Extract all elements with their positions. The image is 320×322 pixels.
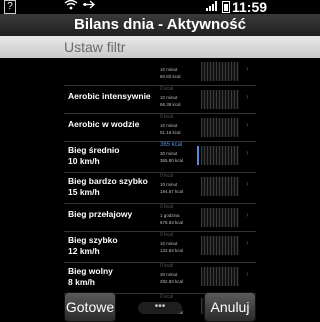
duration-slider[interactable] [201,267,239,286]
activity-kcal: 0 kcal [160,263,174,269]
duration-slider[interactable] [201,62,239,81]
filter-bar [0,36,320,58]
more-options-button[interactable]: ••• [138,302,182,314]
activity-calories: 86.38 kcal [160,102,181,107]
list-item[interactable]: Bieg bardzo szybko 15 km/h 0 kcal 10 minut… [64,173,256,204]
done-button[interactable]: Gotowe [64,292,116,322]
activity-name: Bieg bardzo szybko 15 km/h [68,176,148,197]
activity-name: Bieg przełajowy [68,209,133,219]
duration-slider[interactable] [201,118,239,137]
help-icon[interactable]: ? [4,0,16,14]
activity-calories: 51.18 kcal [160,130,181,135]
activity-duration: 10 minut [160,182,178,187]
usb-icon [82,0,96,13]
clock: 11:59 [232,0,268,15]
chevron-right-icon: › [246,179,249,188]
battery-icon [222,1,230,13]
duration-slider[interactable] [201,208,239,227]
activity-calories: 678.93 kcal [160,220,184,225]
bottom-bar: Gotowe ••• Anuluj [0,292,320,322]
page-title: Bilans dnia - Aktywność [0,14,320,36]
duration-slider[interactable] [201,177,239,196]
activity-kcal: 0 kcal [160,114,174,120]
chevron-right-icon: › [246,238,249,247]
duration-slider[interactable] [201,236,239,255]
activity-calories: 365.80 kcal [160,158,184,163]
activity-duration: 10 minut [160,67,178,72]
filter-input[interactable] [62,37,316,57]
activity-kcal: 0 kcal [160,173,174,179]
activity-name: Aerobic intensywnie [68,91,151,101]
activity-duration: 10 minut [160,123,178,128]
activity-list[interactable]: 10 minut 60.83 kcal › Aerobic intensywnie 0 … [64,58,256,314]
activity-name: Bieg średnio 10 km/h [68,145,120,166]
activity-kcal: 0 kcal [160,232,174,238]
duration-slider[interactable] [197,146,239,165]
duration-slider[interactable] [201,90,239,109]
activity-name: Aerobic w wodzie [68,119,140,129]
activity-duration: 10 minut [160,241,178,246]
cancel-button[interactable]: Anuluj [204,292,256,322]
activity-name: Bieg szybko 12 km/h [68,235,118,256]
activity-kcal: 0 kcal [160,204,174,210]
list-item[interactable]: Aerobic w wodzie 0 kcal 10 minut 51.18 kcal… [64,114,256,142]
activity-calories: 60.83 kcal [160,74,181,79]
activity-duration: 1 godzina [160,213,180,218]
list-item[interactable]: Bieg szybko 12 km/h 0 kcal 10 minut 132.83 … [64,232,256,263]
signal-icon [206,0,218,12]
list-item[interactable]: 10 minut 60.83 kcal › [64,58,256,86]
list-item[interactable]: Aerobic intensywnie 0 kcal 10 minut 86.38 k… [64,86,256,114]
chevron-right-icon: › [246,269,249,278]
status-bar: ? 11:59 [0,0,320,15]
activity-duration: 30 minut [160,151,178,156]
list-item[interactable]: Bieg przełajowy 0 kcal 1 godzina 678.93 kca… [64,204,256,232]
activity-calories: 132.83 kcal [160,248,184,253]
activity-kcal: 0 kcal [160,86,174,92]
chevron-right-icon: › [246,210,249,219]
wifi-icon [64,0,78,13]
activity-kcal: 365 kcal [160,142,183,148]
list-item[interactable]: Bieg wolny 8 km/h 0 kcal 30 minut 292.83 kc… [64,263,256,294]
list-item[interactable]: Bieg średnio 10 km/h 365 kcal 30 minut 365.… [64,142,256,173]
chevron-right-icon: › [246,92,249,101]
activity-name: Bieg wolny 8 km/h [68,266,113,287]
chevron-right-icon: › [246,64,249,73]
activity-duration: 30 minut [160,272,178,277]
slider-thumb[interactable] [197,146,199,165]
activity-calories: 292.83 kcal [160,279,184,284]
activity-duration: 10 minut [160,95,178,100]
activity-calories: 194.67 kcal [160,189,184,194]
chevron-right-icon: › [246,148,249,157]
chevron-right-icon: › [246,120,249,129]
